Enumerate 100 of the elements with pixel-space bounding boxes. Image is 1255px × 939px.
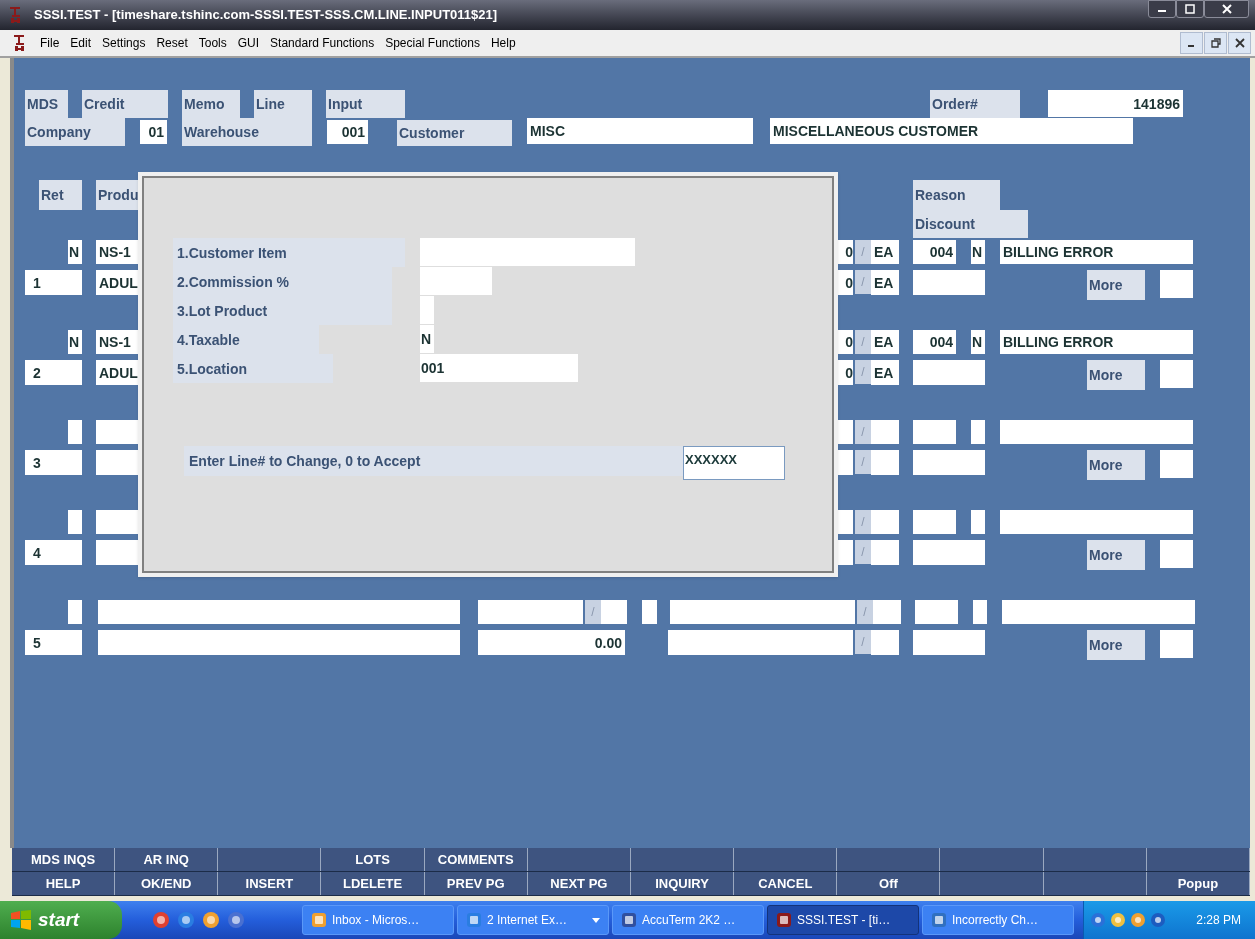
blank-function-key[interactable] bbox=[734, 848, 838, 871]
input-field[interactable]: 4 bbox=[25, 540, 82, 565]
input-field[interactable] bbox=[1160, 630, 1193, 658]
menu-item[interactable]: Reset bbox=[156, 34, 188, 52]
input-field[interactable]: N bbox=[68, 330, 82, 354]
input-field[interactable]: 001 bbox=[327, 120, 368, 144]
input-field[interactable]: ADUL bbox=[96, 270, 138, 295]
input-field[interactable]: 2 bbox=[25, 360, 82, 385]
close-icon[interactable] bbox=[1204, 0, 1249, 18]
input-field[interactable]: 5 bbox=[25, 630, 82, 655]
input-field[interactable] bbox=[971, 510, 985, 534]
minimize-icon[interactable] bbox=[1148, 0, 1176, 18]
input-field[interactable] bbox=[871, 450, 899, 475]
menu-item[interactable]: Tools bbox=[198, 34, 227, 52]
input-field[interactable]: N bbox=[971, 240, 985, 264]
input-field[interactable]: 1 bbox=[25, 270, 82, 295]
blank-function-key[interactable] bbox=[527, 848, 631, 871]
start-button[interactable]: start bbox=[0, 901, 122, 939]
input-field[interactable]: 001 bbox=[420, 354, 578, 382]
input-field[interactable] bbox=[1160, 450, 1193, 478]
input-field[interactable] bbox=[913, 270, 985, 295]
input-field[interactable]: 0.00 bbox=[478, 630, 625, 655]
input-field[interactable]: 141896 bbox=[1048, 90, 1183, 117]
input-field[interactable]: EA bbox=[871, 270, 899, 295]
input-field[interactable] bbox=[68, 420, 82, 444]
menu-item[interactable]: Settings bbox=[102, 34, 146, 52]
input-field[interactable]: BILLING ERROR bbox=[1000, 240, 1193, 264]
tray-icon[interactable] bbox=[1110, 912, 1126, 928]
input-field[interactable] bbox=[68, 510, 82, 534]
input-field[interactable]: MISC bbox=[527, 118, 753, 144]
input-field[interactable]: ADUL bbox=[96, 360, 138, 385]
input-field[interactable] bbox=[915, 600, 958, 624]
input-field[interactable] bbox=[1002, 600, 1195, 624]
menu-item[interactable]: File bbox=[40, 34, 60, 52]
tray-icon[interactable] bbox=[1130, 912, 1146, 928]
function-key[interactable]: Off bbox=[837, 872, 941, 895]
input-field[interactable]: EA bbox=[871, 330, 899, 354]
function-key[interactable]: LOTS bbox=[321, 848, 425, 871]
function-key[interactable]: OK/END bbox=[115, 872, 219, 895]
menu-item[interactable]: Standard Functions bbox=[270, 34, 375, 52]
close-icon[interactable] bbox=[1228, 32, 1251, 54]
blank-function-key[interactable] bbox=[1043, 848, 1147, 871]
input-field[interactable]: MISCELLANEOUS CUSTOMER bbox=[770, 118, 1133, 144]
input-field[interactable] bbox=[642, 600, 657, 624]
input-field[interactable]: N bbox=[68, 240, 82, 264]
function-key[interactable]: CANCEL bbox=[734, 872, 838, 895]
blank-function-key[interactable] bbox=[1043, 872, 1147, 895]
menu-item[interactable]: GUI bbox=[237, 34, 260, 52]
quick-launch-icon[interactable] bbox=[152, 911, 170, 929]
quick-launch-icon[interactable] bbox=[227, 911, 245, 929]
input-field[interactable]: N bbox=[971, 330, 985, 354]
input-field[interactable] bbox=[1000, 420, 1193, 444]
function-key[interactable]: COMMENTS bbox=[424, 848, 528, 871]
input-field[interactable] bbox=[1160, 540, 1193, 568]
blank-function-key[interactable] bbox=[837, 848, 941, 871]
input-field[interactable] bbox=[871, 510, 899, 534]
taskbar-button[interactable]: Incorrectly Ch… bbox=[922, 905, 1074, 935]
input-field[interactable] bbox=[1160, 270, 1193, 298]
input-field[interactable]: N bbox=[420, 325, 434, 353]
input-field[interactable] bbox=[68, 600, 82, 624]
input-field[interactable] bbox=[871, 630, 899, 655]
input-field[interactable]: 3 bbox=[25, 450, 82, 475]
input-field[interactable]: BILLING ERROR bbox=[1000, 330, 1193, 354]
input-field[interactable] bbox=[913, 420, 956, 444]
input-field[interactable] bbox=[871, 420, 899, 444]
input-field[interactable]: EA bbox=[871, 240, 899, 264]
input-field[interactable]: 01 bbox=[140, 120, 167, 144]
input-field[interactable]: EA bbox=[871, 360, 899, 385]
input-field[interactable] bbox=[1160, 360, 1193, 388]
function-key[interactable]: MDS INQS bbox=[12, 848, 116, 871]
input-field[interactable] bbox=[420, 296, 434, 324]
input-field[interactable]: NS-1 bbox=[96, 330, 138, 354]
taskbar-button[interactable]: Inbox - Micros… bbox=[302, 905, 454, 935]
input-field[interactable] bbox=[420, 238, 635, 266]
input-field[interactable] bbox=[913, 630, 985, 655]
input-field[interactable] bbox=[478, 600, 583, 624]
input-field[interactable] bbox=[668, 630, 853, 655]
function-key[interactable]: LDELETE bbox=[321, 872, 425, 895]
maximize-icon[interactable] bbox=[1176, 0, 1204, 18]
tray-icon[interactable] bbox=[1090, 912, 1106, 928]
input-field[interactable]: 004 bbox=[913, 330, 956, 354]
function-key[interactable]: NEXT PG bbox=[527, 872, 631, 895]
function-key[interactable]: Popup bbox=[1146, 872, 1250, 895]
restore-icon[interactable] bbox=[1204, 32, 1227, 54]
blank-function-key[interactable] bbox=[1146, 848, 1250, 871]
input-field[interactable] bbox=[420, 267, 492, 295]
input-field[interactable] bbox=[601, 600, 627, 624]
input-field[interactable]: NS-1 bbox=[96, 240, 138, 264]
quick-launch-icon[interactable] bbox=[177, 911, 195, 929]
minimize-icon[interactable] bbox=[1180, 32, 1203, 54]
taskbar-button[interactable]: 2 Internet Ex… bbox=[457, 905, 609, 935]
input-field[interactable] bbox=[96, 540, 138, 565]
input-field[interactable] bbox=[1000, 510, 1193, 534]
input-field[interactable] bbox=[96, 450, 138, 475]
blank-function-key[interactable] bbox=[218, 848, 322, 871]
menu-item[interactable]: Help bbox=[490, 34, 516, 52]
menu-item[interactable]: Special Functions bbox=[385, 34, 480, 52]
quick-launch-icon[interactable] bbox=[202, 911, 220, 929]
blank-function-key[interactable] bbox=[631, 848, 735, 871]
input-field[interactable]: 004 bbox=[913, 240, 956, 264]
